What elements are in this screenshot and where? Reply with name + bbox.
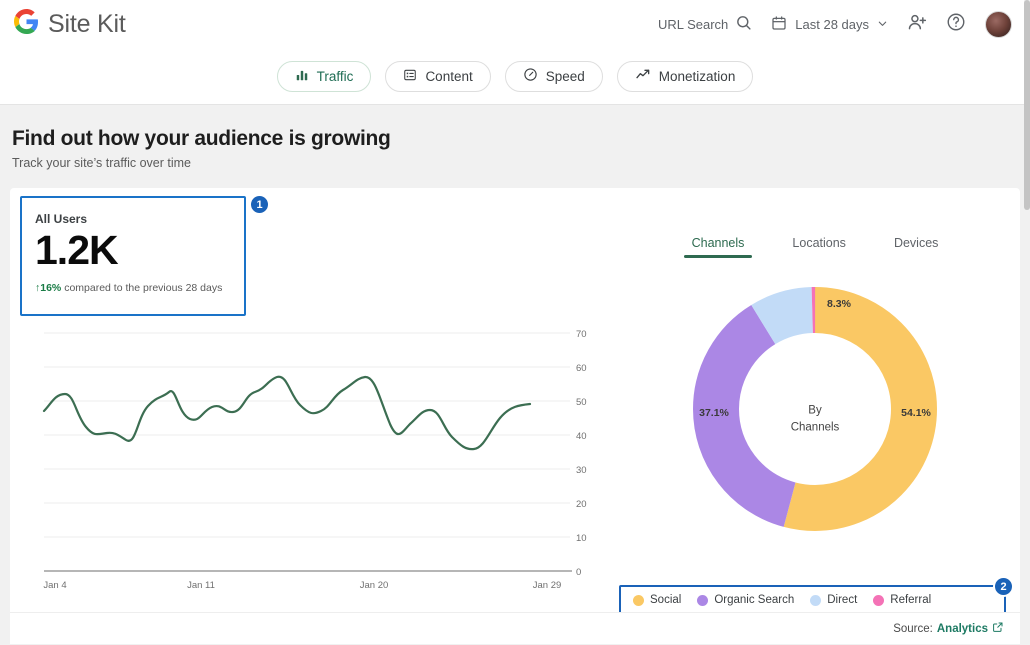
- annotation-badge-2: 2: [993, 576, 1014, 597]
- date-range-label: Last 28 days: [795, 16, 869, 32]
- site-kit-dashboard: Site Kit URL Search Last 28 days Traffic…: [0, 0, 1030, 645]
- external-link-icon[interactable]: [992, 621, 1004, 636]
- module-tabbar: Traffic Content Speed Monetization: [0, 48, 1030, 105]
- header-actions: URL Search Last 28 days: [658, 10, 1012, 38]
- traffic-widget-card: All Users 1.2K ↑16% compared to the prev…: [10, 188, 1020, 623]
- legend-swatch-direct: [810, 594, 822, 606]
- page-title: Find out how your audience is growing: [12, 127, 391, 150]
- page-scrollbar[interactable]: [1024, 0, 1030, 645]
- channel-breakdown-pane: Channels Locations Devices 54.1% 37.1% 8…: [610, 188, 1020, 623]
- svg-text:10: 10: [576, 533, 587, 544]
- tab-traffic[interactable]: Traffic: [276, 60, 372, 92]
- avatar[interactable]: [985, 10, 1012, 38]
- tab-monetization-label: Monetization: [658, 68, 736, 84]
- url-search-button[interactable]: URL Search: [658, 14, 752, 34]
- legend-label-referral: Referral: [890, 594, 932, 606]
- legend-swatch-referral: [873, 594, 885, 606]
- users-line-chart: 70 60 50 40 30 20 10 0 Jan 4 Jan 11 Jan: [10, 318, 610, 613]
- tab-monetization[interactable]: Monetization: [616, 60, 754, 92]
- content-list-icon: [403, 68, 417, 85]
- traffic-overview-pane: All Users 1.2K ↑16% compared to the prev…: [10, 188, 610, 623]
- breakdown-tab-locations[interactable]: Locations: [792, 236, 846, 258]
- legend-label-direct: Direct: [827, 594, 858, 606]
- speedometer-icon: [523, 67, 538, 85]
- legend-swatch-social: [633, 594, 644, 606]
- breakdown-tab-devices[interactable]: Devices: [894, 236, 938, 258]
- channels-donut-chart: 54.1% 37.1% 8.3% By Channels: [610, 264, 1020, 554]
- search-icon: [735, 14, 752, 34]
- svg-text:70: 70: [576, 329, 587, 340]
- svg-text:60: 60: [576, 363, 587, 374]
- bar-chart-icon: [295, 68, 309, 85]
- svg-text:30: 30: [576, 465, 587, 476]
- legend-swatch-organic-search: [697, 594, 709, 606]
- tab-content-label: Content: [425, 68, 473, 84]
- legend-label-organic-search: Organic Search: [714, 594, 795, 606]
- svg-text:Jan 4: Jan 4: [43, 580, 66, 591]
- page-subtitle: Track your site’s traffic over time: [12, 156, 191, 170]
- svg-text:0: 0: [576, 567, 581, 578]
- slice-label-social: 54.1%: [901, 407, 931, 419]
- tab-speed-label: Speed: [545, 68, 585, 84]
- chevron-down-icon: [877, 17, 888, 32]
- widget-footer: Source: Analytics: [10, 612, 1020, 644]
- brand-name: Site Kit: [48, 9, 126, 38]
- svg-text:20: 20: [576, 499, 587, 510]
- breakdown-tabs: Channels Locations Devices: [610, 188, 1020, 258]
- source-prefix: Source:: [893, 622, 933, 635]
- source-analytics-link[interactable]: Analytics: [937, 623, 988, 635]
- slice-label-organic: 37.1%: [699, 407, 729, 419]
- metric-value: 1.2K: [35, 227, 119, 273]
- legend-item-referral[interactable]: Referral: [873, 594, 931, 606]
- metric-label: All Users: [35, 212, 88, 226]
- tab-content[interactable]: Content: [385, 60, 491, 92]
- svg-text:Jan 11: Jan 11: [187, 580, 215, 591]
- channels-legend: Social Organic Search Direct Referral 2: [619, 576, 1014, 615]
- svg-text:50: 50: [576, 397, 587, 408]
- all-users-metric-card[interactable]: All Users 1.2K ↑16% compared to the prev…: [20, 194, 270, 316]
- date-range-selector[interactable]: Last 28 days: [771, 15, 888, 34]
- svg-text:Jan 29: Jan 29: [533, 580, 562, 591]
- trend-up-icon: [635, 67, 651, 86]
- help-circle-icon[interactable]: [946, 12, 966, 37]
- legend-item-direct[interactable]: Direct: [810, 594, 857, 606]
- url-search-label: URL Search: [657, 16, 729, 32]
- svg-text:Jan 20: Jan 20: [360, 580, 389, 591]
- tab-speed[interactable]: Speed: [504, 60, 603, 92]
- scrollbar-thumb[interactable]: [1024, 0, 1030, 210]
- legend-item-organic-search[interactable]: Organic Search: [697, 594, 794, 606]
- annotation-badge-1: 1: [249, 194, 270, 215]
- calendar-icon: [771, 15, 787, 34]
- slice-label-direct: 8.3%: [827, 298, 852, 310]
- metric-change-text: compared to the previous 28 days: [64, 282, 223, 295]
- brand[interactable]: Site Kit: [14, 9, 126, 39]
- add-user-icon[interactable]: [907, 12, 927, 37]
- breakdown-tab-channels[interactable]: Channels: [683, 236, 753, 258]
- metric-change-value: 16%: [40, 282, 62, 295]
- tab-traffic-label: Traffic: [316, 68, 354, 84]
- legend-item-social[interactable]: Social: [633, 594, 681, 606]
- page-body: Find out how your audience is growing Tr…: [0, 105, 1030, 644]
- metric-change: ↑16% compared to the previous 28 days: [35, 282, 231, 294]
- svg-text:40: 40: [576, 431, 587, 442]
- google-g-icon: [14, 9, 39, 39]
- legend-label-social: Social: [650, 594, 682, 606]
- app-header: Site Kit URL Search Last 28 days: [0, 0, 1030, 48]
